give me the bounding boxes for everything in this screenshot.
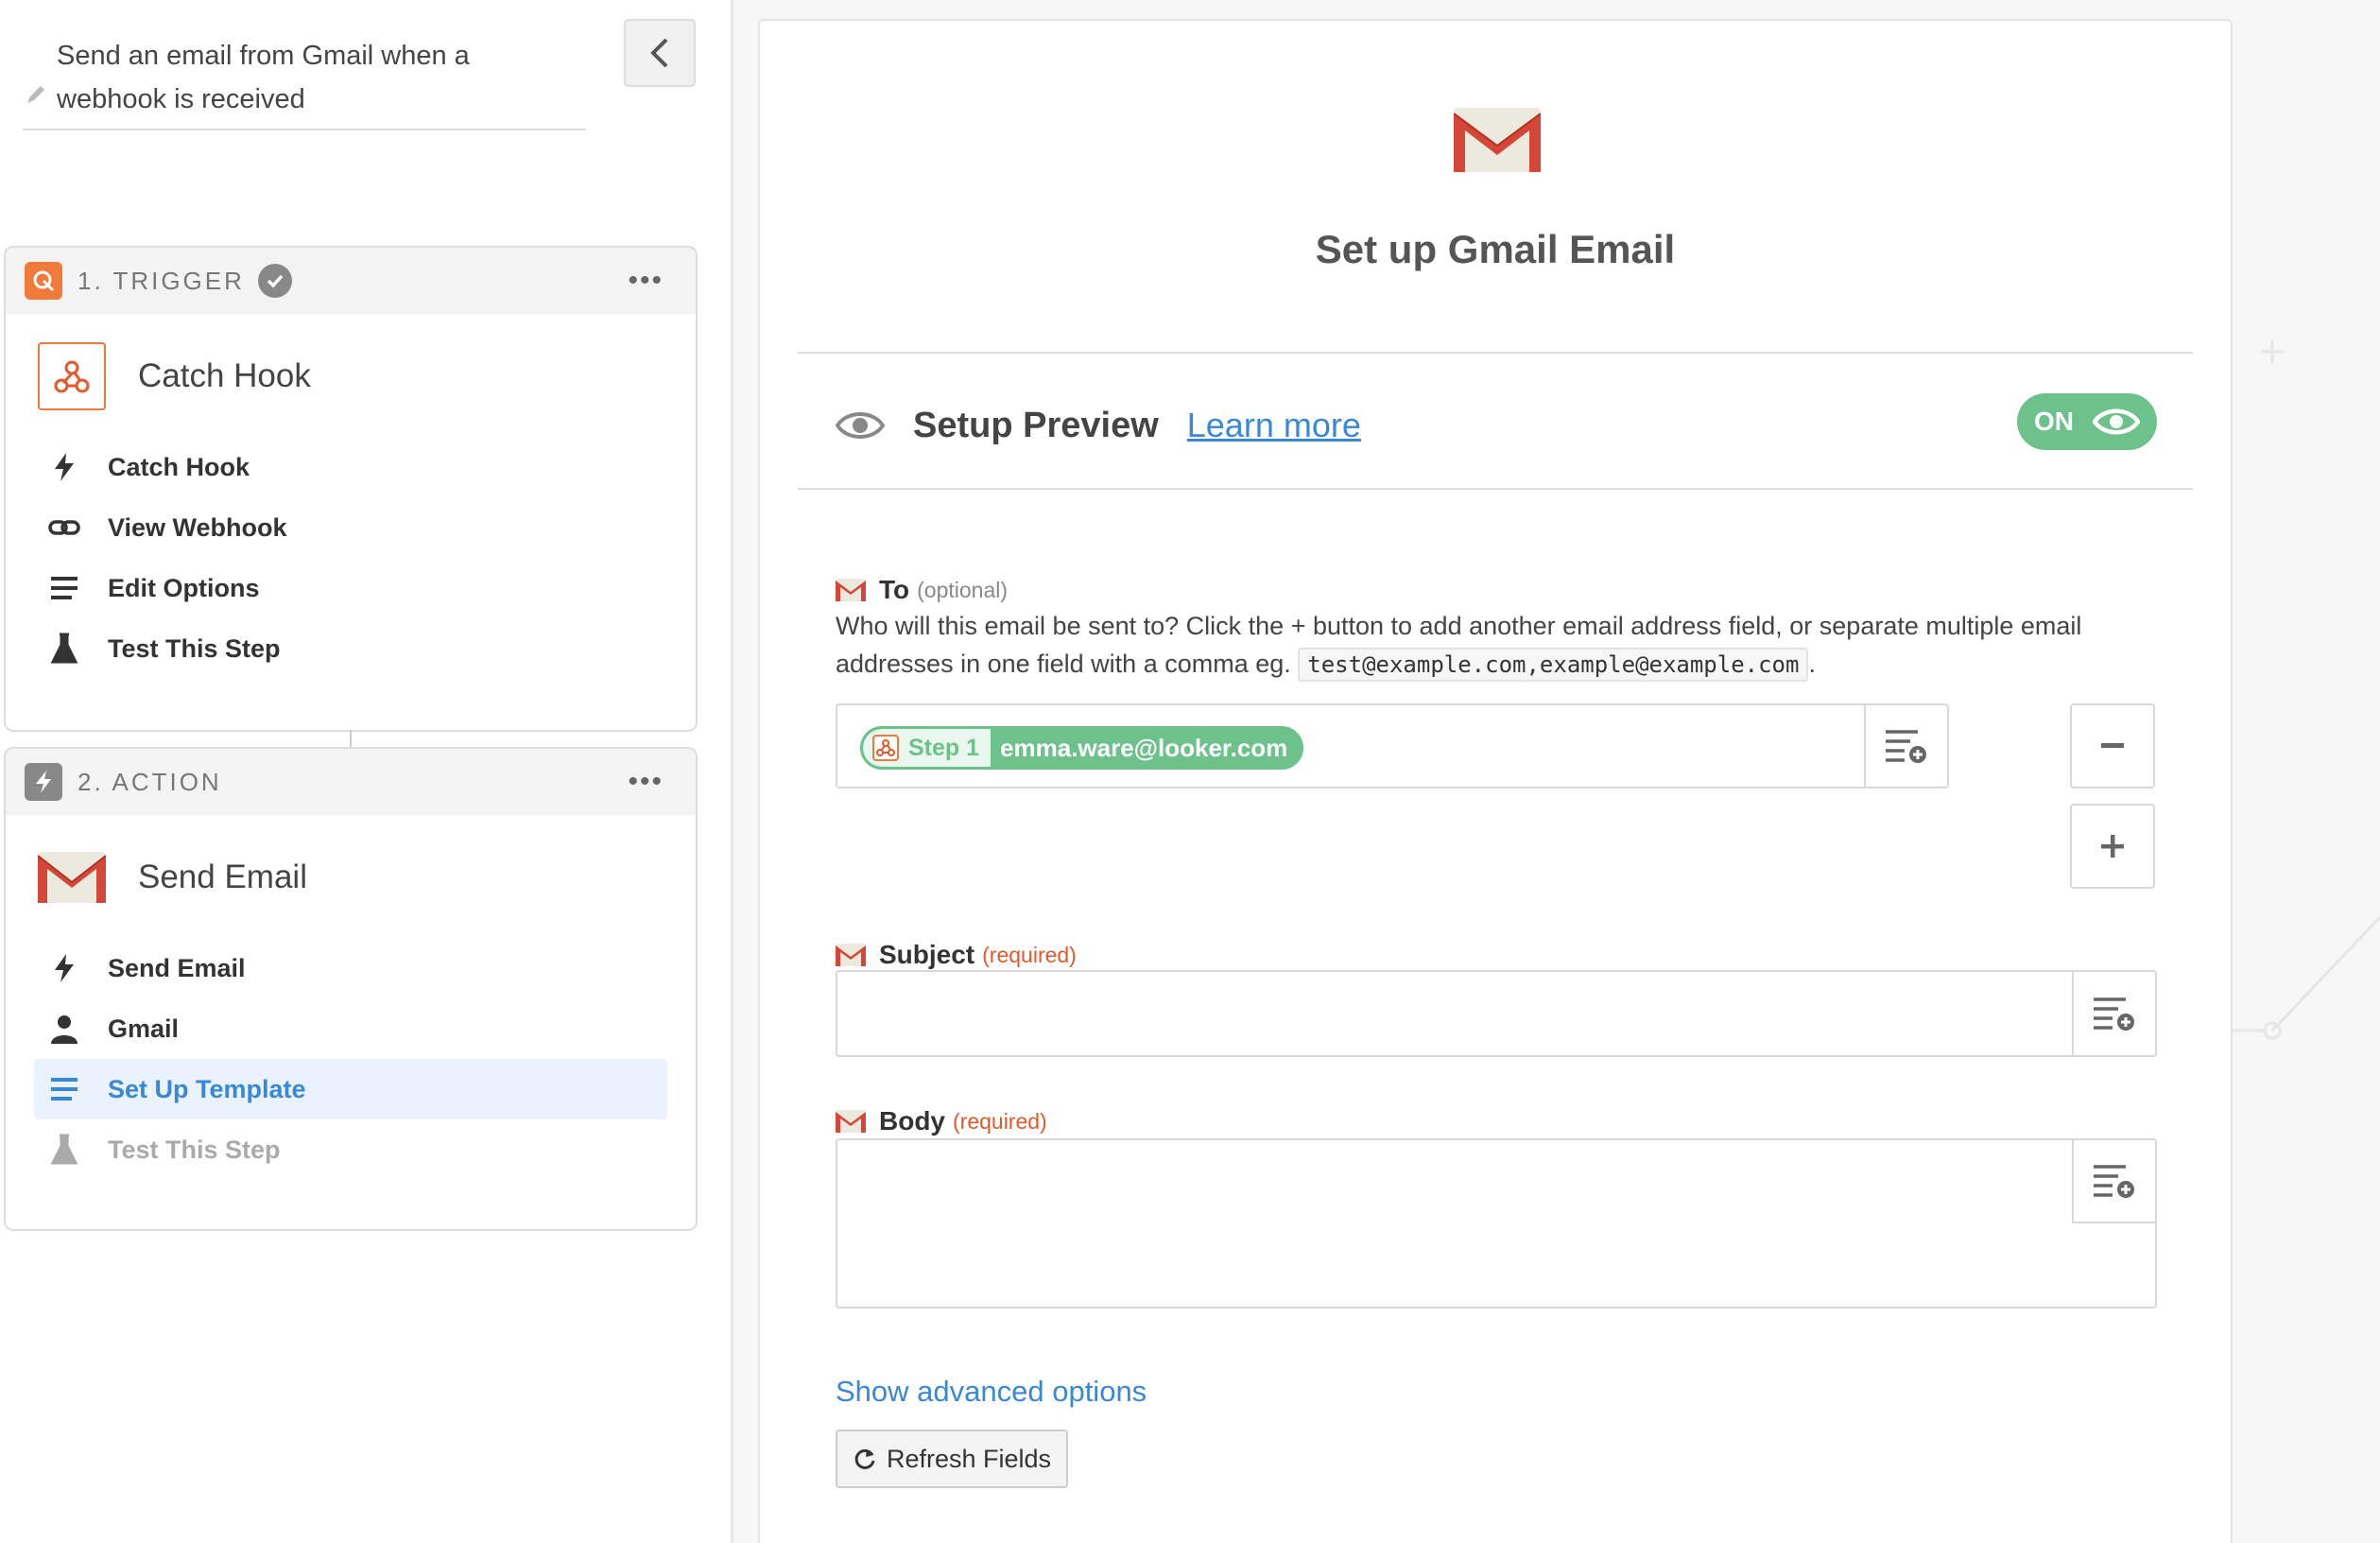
pill-step-tag: Step 1 — [863, 729, 992, 767]
page-title: Set up Gmail Email — [1315, 227, 1676, 271]
trigger-step-card[interactable]: 1. TRIGGER ••• Catch Hook Catch Hook Vie… — [4, 246, 698, 732]
optional-qualifier: (optional) — [917, 577, 1009, 602]
to-field-label: To (optional) — [836, 575, 1008, 605]
example-emails: test@example.com,example@example.com — [1298, 648, 1809, 682]
webhook-trigger-badge-icon — [25, 262, 62, 300]
divider — [798, 488, 2193, 490]
refresh-icon — [854, 1448, 875, 1469]
insert-field-icon — [1886, 730, 1926, 763]
gmail-icon — [836, 1110, 866, 1133]
trigger-step-header[interactable]: 1. TRIGGER ••• — [6, 248, 696, 314]
flask-icon — [50, 633, 78, 664]
show-advanced-options-link[interactable]: Show advanced options — [836, 1375, 1147, 1409]
action-menu-gmail-account[interactable]: Gmail — [34, 998, 667, 1059]
menu-item-label: Edit Options — [108, 573, 260, 602]
required-qualifier: (required) — [982, 942, 1077, 967]
label-text: To — [879, 575, 910, 604]
action-step-header[interactable]: 2. ACTION ••• — [6, 749, 696, 815]
insert-field-icon — [2094, 1165, 2134, 1198]
to-input[interactable]: Step 1 emma.ware@looker.com — [836, 703, 1949, 789]
gmail-icon — [38, 843, 106, 911]
learn-more-link[interactable]: Learn more — [1187, 406, 1361, 445]
bolt-icon — [55, 954, 74, 982]
menu-item-label: Gmail — [108, 1014, 180, 1043]
sidebar: Send an email from Gmail when a webhook … — [0, 0, 733, 1543]
action-app-row: Send Email — [6, 815, 696, 938]
more-options-icon[interactable]: ••• — [628, 265, 664, 297]
trigger-menu-view-webhook[interactable]: View Webhook — [34, 497, 667, 558]
trigger-menu-test-step[interactable]: Test This Step — [34, 618, 667, 679]
menu-item-label: Test This Step — [108, 633, 281, 663]
insert-field-icon — [2094, 997, 2134, 1031]
menu-item-label: Test This Step — [108, 1135, 281, 1164]
insert-data-button[interactable] — [2072, 1140, 2155, 1223]
help-tail: . — [1808, 650, 1816, 678]
body-field-label: Body (required) — [836, 1106, 1047, 1136]
user-icon — [51, 1015, 78, 1044]
trigger-menu-catch-hook[interactable]: Catch Hook — [34, 437, 667, 497]
step-connector — [350, 730, 352, 747]
canvas-decoration — [2233, 340, 2380, 1040]
action-menu-set-up-template[interactable]: Set Up Template — [34, 1059, 667, 1119]
action-bolt-badge-icon — [25, 763, 62, 801]
pill-value: emma.ware@looker.com — [1000, 733, 1288, 762]
refresh-fields-button[interactable]: Refresh Fields — [836, 1430, 1068, 1488]
label-text: Subject — [879, 940, 975, 969]
add-email-field-button[interactable] — [2070, 804, 2155, 889]
action-menu-send-email[interactable]: Send Email — [34, 938, 667, 998]
flask-icon — [50, 1134, 78, 1165]
checkmark-icon — [257, 264, 292, 298]
setup-preview-row: Setup Preview Learn more — [836, 391, 2159, 459]
action-step-card[interactable]: 2. ACTION ••• Send Email Send Email Gmai… — [4, 747, 698, 1231]
refresh-label: Refresh Fields — [886, 1444, 1052, 1473]
insert-data-button[interactable] — [2072, 972, 2155, 1055]
action-menu-test-step[interactable]: Test This Step — [34, 1119, 667, 1180]
mapped-field-pill[interactable]: Step 1 emma.ware@looker.com — [860, 726, 1304, 770]
insert-data-button[interactable] — [1864, 705, 1947, 787]
minus-icon — [2101, 743, 2124, 748]
subject-input[interactable] — [836, 970, 2157, 1057]
eye-icon — [836, 412, 885, 439]
list-icon — [51, 1078, 78, 1101]
plus-icon — [2101, 835, 2124, 858]
label-text: Body — [879, 1106, 945, 1136]
remove-email-field-button[interactable] — [2070, 703, 2155, 789]
webhook-icon — [38, 342, 106, 410]
gmail-logo-icon — [1454, 108, 1541, 172]
action-step-label: 2. ACTION — [78, 767, 222, 796]
toggle-label: ON — [2034, 407, 2074, 436]
menu-item-label: Catch Hook — [108, 452, 250, 481]
setup-panel: Set up Gmail Email Setup Preview Learn m… — [758, 19, 2233, 1543]
menu-item-label: Set Up Template — [108, 1074, 306, 1103]
preview-toggle[interactable]: ON — [2017, 393, 2157, 450]
trigger-step-label: 1. TRIGGER — [78, 266, 245, 295]
divider — [798, 352, 2193, 354]
pencil-icon — [27, 86, 44, 103]
gmail-icon — [836, 579, 866, 601]
link-icon — [48, 520, 80, 535]
zap-title-editor[interactable]: Send an email from Gmail when a webhook … — [23, 34, 586, 130]
more-options-icon[interactable]: ••• — [628, 766, 664, 798]
trigger-app-name: Catch Hook — [138, 357, 311, 394]
bolt-icon — [55, 453, 74, 481]
zap-title-text[interactable]: Send an email from Gmail when a webhook … — [57, 34, 548, 121]
trigger-app-row: Catch Hook — [6, 314, 696, 437]
to-help-text: Who will this email be sent to? Click th… — [836, 607, 2168, 684]
webhook-icon — [872, 735, 899, 761]
list-icon — [51, 577, 78, 599]
trigger-menu-edit-options[interactable]: Edit Options — [34, 558, 667, 618]
action-app-name: Send Email — [138, 858, 307, 895]
subject-field-label: Subject (required) — [836, 940, 1077, 970]
menu-item-label: View Webhook — [108, 512, 287, 542]
menu-item-label: Send Email — [108, 953, 246, 982]
pill-step-label: Step 1 — [908, 734, 980, 761]
required-qualifier: (required) — [953, 1108, 1047, 1134]
collapse-sidebar-button[interactable] — [624, 19, 696, 87]
gmail-icon — [836, 944, 866, 966]
setup-preview-title: Setup Preview — [913, 405, 1159, 445]
body-input[interactable] — [836, 1138, 2157, 1309]
eye-icon — [2093, 408, 2140, 435]
chevron-left-icon — [650, 38, 668, 68]
